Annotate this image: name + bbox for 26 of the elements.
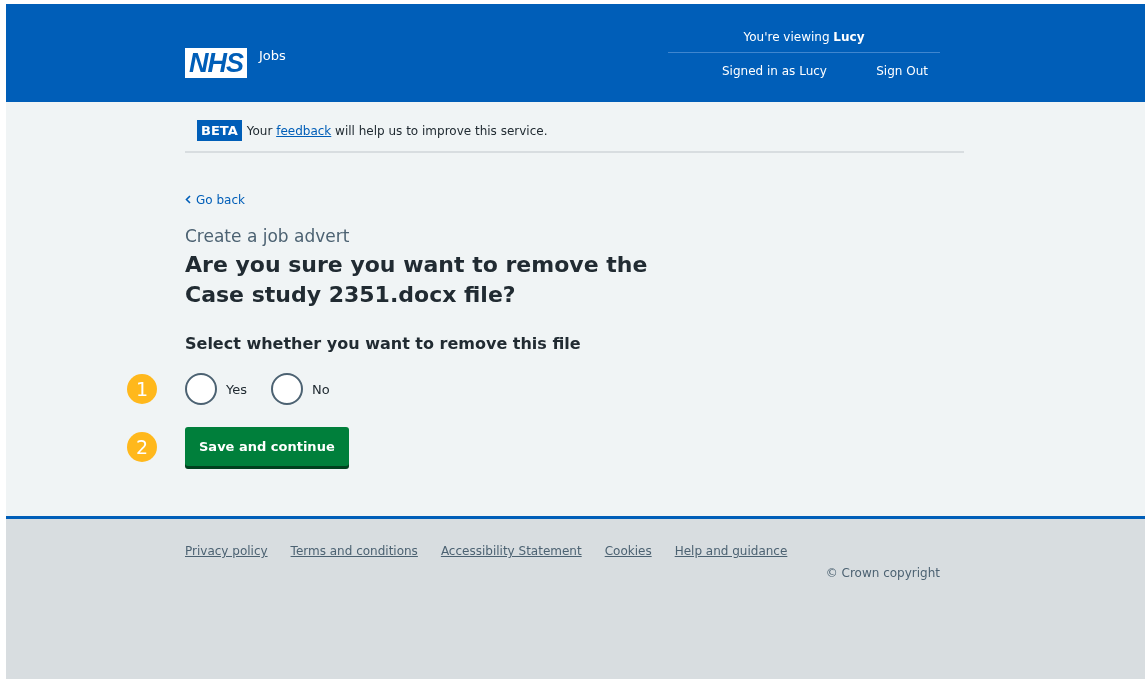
footer-link[interactable]: Privacy policy — [185, 544, 268, 558]
question-label: Select whether you want to remove this file — [185, 334, 582, 353]
radio-circle[interactable] — [185, 373, 217, 405]
beta-tag: BETA — [197, 120, 242, 141]
viewing-notice: You're viewing Lucy — [668, 30, 940, 53]
radio-option[interactable]: Yes — [185, 373, 247, 405]
radio-option[interactable]: No — [271, 373, 330, 405]
signed-in-link[interactable]: Signed in as Lucy — [722, 64, 827, 78]
footer-link[interactable]: Help and guidance — [674, 544, 788, 558]
nhs-logo[interactable]: NHS — [185, 48, 247, 78]
copyright-text: © Crown copyright — [825, 566, 940, 580]
feedback-link[interactable]: feedback — [276, 123, 332, 138]
footer-link[interactable]: Accessibility Statement — [440, 544, 582, 558]
step-marker: 1 — [127, 374, 157, 404]
radio-circle[interactable] — [271, 373, 303, 405]
page-heading: Are you sure you want to remove the Case study 2351.docx file? — [185, 251, 649, 309]
footer-link[interactable]: Terms and conditions — [290, 544, 418, 558]
step-marker: 2 — [127, 431, 157, 462]
page-caption: Create a job advert — [185, 226, 351, 246]
beta-message: Your feedback will help us to improve this service. — [246, 123, 548, 138]
sign-out-link[interactable]: Sign Out — [876, 64, 928, 78]
footer-link[interactable]: Cookies — [604, 544, 652, 558]
chevron-left-icon — [185, 195, 191, 204]
back-link[interactable]: Go back — [185, 192, 245, 207]
service-name: Jobs — [259, 48, 286, 63]
save-and-continue-button[interactable]: Save and continue — [185, 427, 349, 466]
